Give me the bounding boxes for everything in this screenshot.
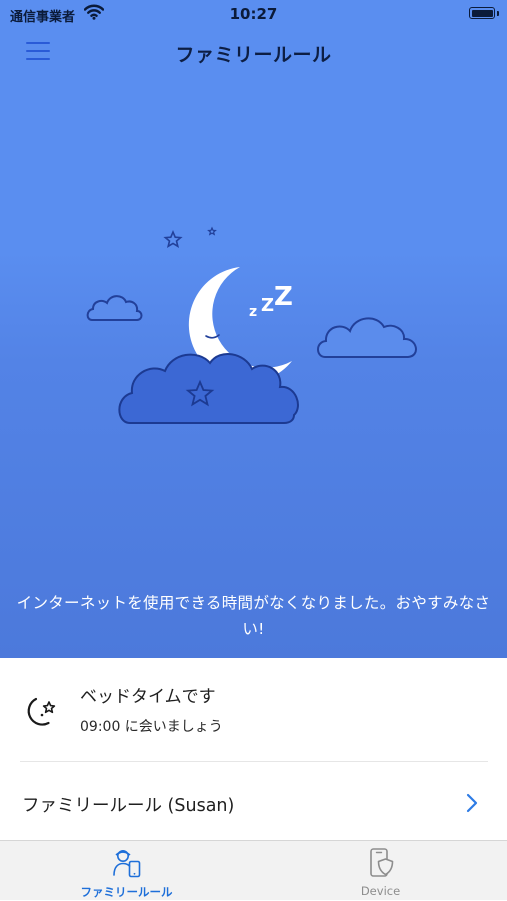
moon-star-icon	[27, 697, 56, 726]
bedtime-message: インターネットを使用できる時間がなくなりました。おやすみなさい!	[16, 594, 491, 638]
tab-device-label: Device	[360, 884, 401, 898]
clock-time: 10:27	[229, 5, 278, 23]
bedtime-subtitle: 09:00 に会いましょう	[80, 719, 223, 735]
device-shield-icon	[370, 848, 394, 877]
page-title: ファミリールール	[175, 44, 332, 66]
family-rules-icon	[113, 850, 141, 878]
battery-cap	[497, 11, 499, 16]
tab-family-rules[interactable]: ファミリールール	[0, 841, 253, 901]
tab-device[interactable]: Device	[254, 841, 507, 901]
family-rules-link-label: ファミリールール (Susan)	[22, 796, 235, 816]
battery-icon	[469, 7, 495, 19]
chevron-right-icon	[466, 793, 478, 813]
sleeping-moon-illustration: z Z Z	[86, 226, 417, 424]
navigation-bar: ファミリールール	[0, 30, 507, 74]
status-bar: 通信事業者 10:27	[0, 0, 507, 30]
svg-text:Z: Z	[274, 282, 293, 312]
bedtime-status-row: ベッドタイムです 09:00 に会いましょう	[0, 658, 507, 762]
tab-bar: ファミリールール Device	[0, 840, 507, 900]
svg-text:Z: Z	[261, 295, 274, 316]
family-rules-link[interactable]: ファミリールール (Susan)	[0, 762, 507, 840]
tab-family-rules-label: ファミリールール	[80, 885, 173, 899]
bedtime-title: ベッドタイムです	[80, 687, 216, 707]
svg-text:z: z	[249, 304, 257, 320]
bedtime-hero: 通信事業者 10:27 ファミリールール z Z Z インターネットを使用できる…	[0, 0, 507, 658]
bedtime-info-panel: ベッドタイムです 09:00 に会いましょう ファミリールール (Susan)	[0, 658, 507, 840]
